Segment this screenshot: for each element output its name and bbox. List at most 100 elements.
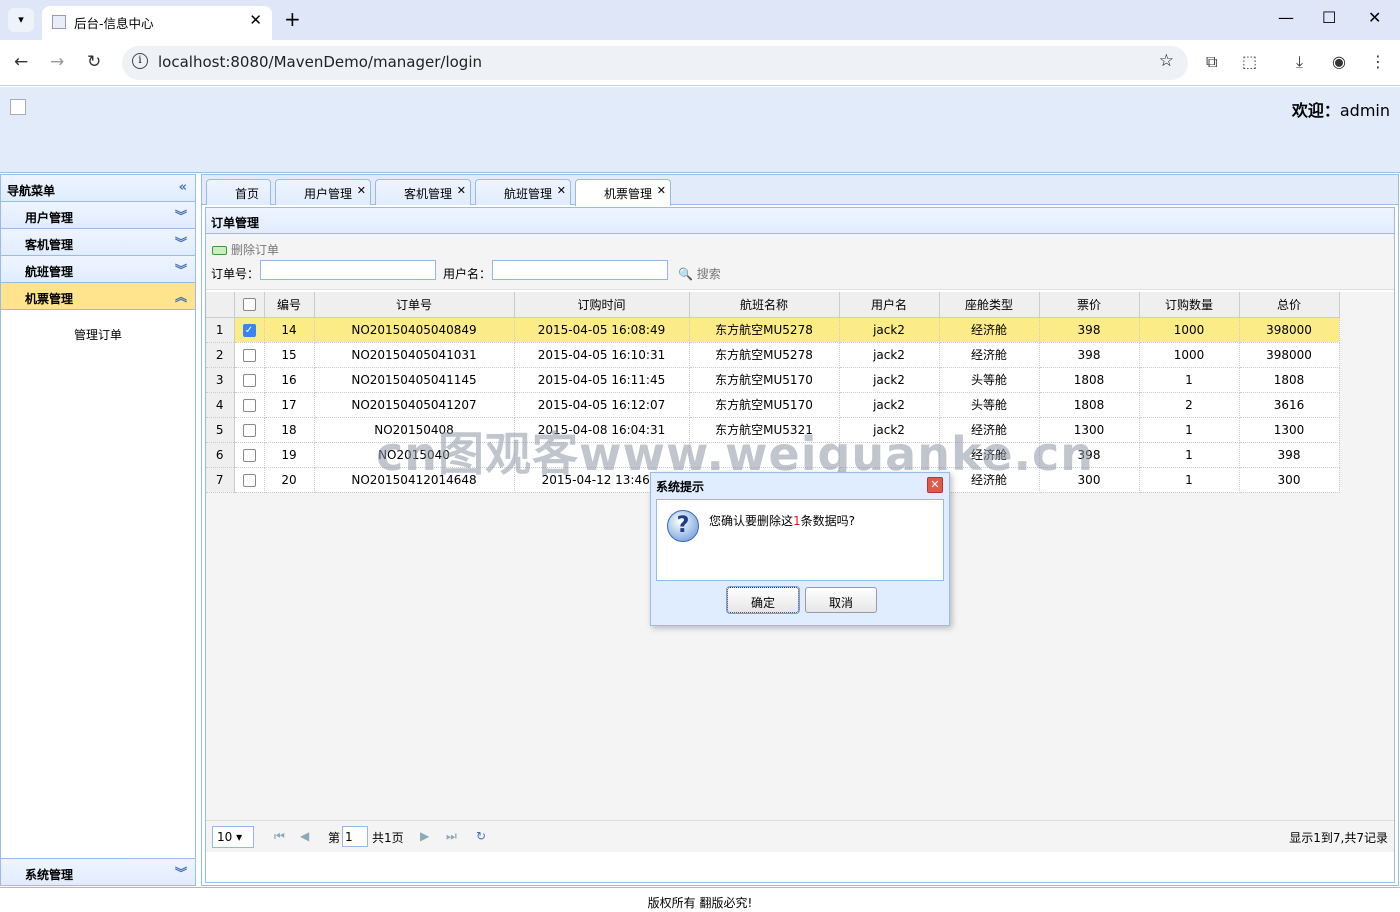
reload-icon[interactable]: ↻ — [87, 52, 101, 72]
minimize-icon[interactable]: — — [1278, 8, 1294, 27]
row-checkbox[interactable] — [242, 373, 256, 387]
username-input[interactable] — [492, 260, 668, 280]
window-close-icon[interactable]: ✕ — [1368, 8, 1381, 27]
content-tab-strip: 首页 用户管理 ✕ 客机管理 ✕ 航班管理 ✕ 机票管理 ✕ — [202, 175, 1398, 206]
expand-icon[interactable]: ︾ — [175, 207, 187, 224]
tab-ticket-manage[interactable]: 机票管理 ✕ — [575, 179, 671, 206]
select-all-checkbox[interactable] — [242, 298, 256, 312]
cancel-button[interactable]: 取消 — [805, 587, 877, 613]
table-row[interactable]: 3 16 NO20150405041145 2015-04-05 16:11:45 东方… — [206, 367, 1340, 393]
bookmark-star-icon[interactable]: ☆ — [1159, 51, 1174, 71]
forward-icon[interactable]: → — [50, 52, 64, 72]
accordion-label: 客机管理 — [25, 238, 74, 252]
table-row[interactable]: 1 ✓ 14 NO20150405040849 2015-04-05 16:08:49 东… — [206, 317, 1340, 343]
page-size-select[interactable]: 10 ▾ — [212, 826, 254, 848]
screenshot-icon[interactable]: ⧉ — [1206, 52, 1217, 72]
address-bar[interactable]: i localhost:8080/MavenDemo/manager/login… — [122, 46, 1188, 80]
tab-plane-manage[interactable]: 客机管理 ✕ — [375, 179, 471, 205]
dialog-close-icon[interactable]: ✕ — [927, 477, 943, 493]
col-header[interactable]: 订购时间 — [514, 292, 690, 318]
maximize-icon[interactable]: ☐ — [1322, 8, 1336, 27]
col-header[interactable]: 座舱类型 — [939, 292, 1040, 318]
cell-order-no: NO20150405040849 — [314, 317, 515, 343]
cell-total: 1808 — [1239, 367, 1340, 393]
search-button[interactable]: 🔍 搜索 — [678, 265, 721, 282]
tab-close-icon[interactable]: ✕ — [557, 184, 566, 197]
prev-page-icon[interactable]: ◀ — [300, 829, 309, 843]
tab-close-icon[interactable]: ✕ — [357, 184, 366, 197]
table-row[interactable]: 2 15 NO20150405041031 2015-04-05 16:10:31 东方… — [206, 342, 1340, 368]
col-header[interactable]: 总价 — [1239, 292, 1340, 318]
row-select-cell — [234, 342, 265, 368]
tab-flight-manage[interactable]: 航班管理 ✕ — [475, 179, 571, 205]
col-header[interactable]: 订购数量 — [1139, 292, 1240, 318]
collapse-section-icon[interactable]: ︽ — [175, 288, 187, 305]
cell-price: 398 — [1039, 342, 1140, 368]
browser-tab[interactable]: 后台-信息中心 ✕ — [42, 6, 272, 40]
delete-order-button[interactable]: 删除订单 — [212, 241, 279, 258]
row-checkbox[interactable] — [242, 398, 256, 412]
row-checkbox[interactable] — [242, 473, 256, 487]
dialog-header: 系统提示 ✕ — [651, 473, 949, 498]
last-page-icon[interactable]: ⏭ — [446, 829, 457, 844]
collapse-icon[interactable]: « — [179, 180, 187, 195]
download-icon[interactable]: ⤓ — [1296, 52, 1303, 72]
row-checkbox[interactable]: ✓ — [242, 323, 256, 337]
menu-icon[interactable]: ⋮ — [1370, 52, 1386, 71]
first-page-icon[interactable]: ⏮ — [274, 829, 285, 844]
username-label: 用户名： — [443, 267, 492, 281]
expand-icon[interactable]: ︾ — [175, 864, 187, 881]
search-icon: 🔍 — [678, 267, 693, 281]
row-checkbox[interactable] — [242, 448, 256, 462]
accordion-system[interactable]: 系统管理 ︾ — [1, 858, 195, 885]
tab-close-icon[interactable]: ✕ — [657, 184, 666, 197]
url-text[interactable]: localhost:8080/MavenDemo/manager/login — [158, 53, 482, 71]
next-page-icon[interactable]: ▶ — [420, 829, 429, 843]
confirm-button[interactable]: 确定 — [727, 587, 799, 613]
cell-id: 18 — [264, 417, 315, 443]
row-select-cell — [234, 392, 265, 418]
row-checkbox[interactable] — [242, 348, 256, 362]
close-tab-icon[interactable]: ✕ — [249, 11, 262, 29]
nav-link-manage-orders[interactable]: 管理订单 — [74, 328, 122, 342]
tab-user-manage[interactable]: 用户管理 ✕ — [275, 179, 371, 205]
cell-id: 15 — [264, 342, 315, 368]
app-banner: 欢迎：admin — [0, 87, 1400, 173]
browser-tab-title: 后台-信息中心 — [74, 16, 154, 31]
confirm-dialog: 系统提示 ✕ ? 您确认要删除这1条数据吗? 确定 取消 — [650, 472, 950, 626]
col-header[interactable]: 编号 — [264, 292, 315, 318]
col-header[interactable]: 航班名称 — [689, 292, 840, 318]
tab-close-icon[interactable]: ✕ — [457, 184, 466, 197]
col-header[interactable]: 票价 — [1039, 292, 1140, 318]
refresh-icon[interactable]: ↻ — [476, 829, 486, 843]
new-tab-icon[interactable]: + — [284, 7, 301, 31]
accordion-user[interactable]: 用户管理 ︾ — [1, 202, 195, 229]
accordion-ticket[interactable]: 机票管理 ︽ — [1, 283, 195, 310]
accordion-flight[interactable]: 航班管理 ︾ — [1, 256, 195, 283]
row-number: 4 — [206, 392, 235, 418]
order-no-label: 订单号： — [211, 267, 260, 281]
msg-suffix: 条数据吗? — [800, 514, 856, 528]
cell-qty: 1000 — [1139, 342, 1240, 368]
accordion-plane[interactable]: 客机管理 ︾ — [1, 229, 195, 256]
row-select-cell: ✓ — [234, 317, 265, 343]
cell-id: 17 — [264, 392, 315, 418]
col-header[interactable]: 用户名 — [839, 292, 940, 318]
browser-tab-strip: ▾ 后台-信息中心 ✕ + — ☐ ✕ — [0, 0, 1400, 40]
back-icon[interactable]: ← — [14, 52, 28, 72]
tab-home[interactable]: 首页 — [206, 179, 271, 205]
tab-search-dropdown-icon[interactable]: ▾ — [8, 8, 34, 32]
expand-icon[interactable]: ︾ — [175, 234, 187, 251]
site-info-icon[interactable]: i — [132, 53, 148, 69]
order-no-input[interactable] — [260, 260, 436, 280]
profile-icon[interactable]: ◉ — [1332, 52, 1346, 71]
row-checkbox[interactable] — [242, 423, 256, 437]
cell-total: 398 — [1239, 442, 1340, 468]
expand-icon[interactable]: ︾ — [175, 261, 187, 278]
cell-order-no: NO20150405041145 — [314, 367, 515, 393]
col-header[interactable]: 订单号 — [314, 292, 515, 318]
extensions-icon[interactable]: ⬚ — [1242, 52, 1257, 71]
table-row[interactable]: 4 17 NO20150405041207 2015-04-05 16:12:07 东方… — [206, 392, 1340, 418]
page-number-input[interactable]: 1 — [342, 826, 368, 847]
tab-label: 首页 — [235, 187, 260, 201]
